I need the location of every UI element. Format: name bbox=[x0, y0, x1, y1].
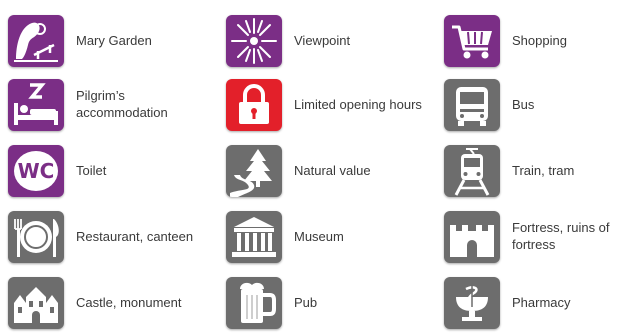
svg-text:WC: WC bbox=[18, 159, 55, 183]
legend-item-fortress: Fortress, ruins of fortress bbox=[436, 204, 619, 263]
legend-item-limited-opening-hours: Limited opening hours bbox=[218, 72, 422, 131]
legend-label: Viewpoint bbox=[294, 32, 351, 48]
legend-label: Museum bbox=[294, 228, 344, 244]
legend-item-restaurant-canteen: Restaurant, canteen bbox=[0, 204, 200, 263]
legend-item-castle-monument: Castle, monument bbox=[0, 270, 200, 329]
legend-label: Mary Garden bbox=[76, 32, 152, 48]
legend-label: Restaurant, canteen bbox=[76, 228, 194, 244]
legend-label: Shopping bbox=[512, 32, 567, 48]
legend-label: Bus bbox=[512, 96, 535, 112]
mary-garden-icon bbox=[8, 15, 64, 67]
legend-item-train-tram: Train, tram bbox=[436, 138, 619, 197]
legend-label: Natural value bbox=[294, 162, 371, 178]
legend-label: Pilgrim’s accommodation bbox=[76, 88, 168, 120]
padlock-icon bbox=[226, 79, 282, 131]
legend-item-shopping: Shopping bbox=[436, 8, 619, 67]
bed-icon bbox=[8, 79, 64, 131]
legend-label: Pharmacy bbox=[512, 294, 571, 310]
viewpoint-icon bbox=[226, 15, 282, 67]
plate-cutlery-icon bbox=[8, 211, 64, 263]
legend-label: Pub bbox=[294, 294, 318, 310]
symbol-legend: Mary Garden Viewpoint Shopping Pilgrim’s… bbox=[0, 0, 619, 330]
legend-item-pharmacy: Pharmacy bbox=[436, 270, 619, 329]
beer-mug-icon bbox=[226, 277, 282, 329]
pharmacy-icon bbox=[444, 277, 500, 329]
legend-label: Train, tram bbox=[512, 162, 575, 178]
wc-icon: WC bbox=[8, 145, 64, 197]
castle-icon bbox=[8, 277, 64, 329]
legend-label: Limited opening hours bbox=[294, 96, 422, 112]
legend-item-bus: Bus bbox=[436, 72, 619, 131]
legend-label: Castle, monument bbox=[76, 294, 182, 310]
legend-item-mary-garden: Mary Garden bbox=[0, 8, 200, 67]
legend-label: Fortress, ruins of fortress bbox=[512, 220, 610, 252]
museum-icon bbox=[226, 211, 282, 263]
legend-item-viewpoint: Viewpoint bbox=[218, 8, 418, 67]
bus-icon bbox=[444, 79, 500, 131]
fortress-icon bbox=[444, 211, 500, 263]
legend-item-museum: Museum bbox=[218, 204, 418, 263]
legend-label: Toilet bbox=[76, 162, 107, 178]
train-icon bbox=[444, 145, 500, 197]
shopping-cart-icon bbox=[444, 15, 500, 67]
legend-item-toilet: WC Toilet bbox=[0, 138, 200, 197]
legend-item-pub: Pub bbox=[218, 270, 418, 329]
legend-item-natural-value: Natural value bbox=[218, 138, 418, 197]
tree-road-icon bbox=[226, 145, 282, 197]
legend-item-pilgrims-accommodation: Pilgrim’s accommodation bbox=[0, 72, 200, 131]
